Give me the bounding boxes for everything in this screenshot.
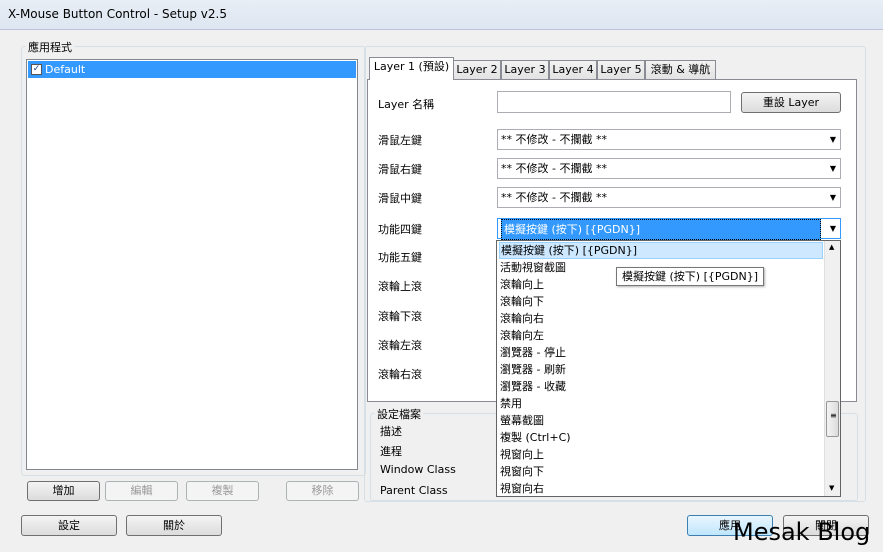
- xbutton1-value: 模擬按鍵 (按下) [{PGDN}]: [501, 219, 821, 240]
- dropdown-item[interactable]: 瀏覽器 - 刷新: [499, 361, 566, 378]
- profile-window-class-label: Window Class: [380, 463, 456, 476]
- applications-group-label: 應用程式: [26, 39, 74, 55]
- layer-name-label: Layer 名稱: [378, 98, 435, 111]
- right-button-select[interactable]: ** 不修改 - 不攔截 ** ▼: [497, 158, 841, 179]
- scrollbar-thumb[interactable]: ≡: [826, 401, 839, 437]
- application-item-default[interactable]: ✓ Default: [28, 61, 356, 78]
- watermark: Mesak Blog: [733, 518, 871, 546]
- application-checkbox[interactable]: ✓: [31, 64, 42, 75]
- dropdown-item[interactable]: 模擬按鍵 (按下) [{PGDN}]: [499, 242, 823, 259]
- dropdown-item[interactable]: 活動視窗截圖: [499, 259, 566, 276]
- chevron-down-icon: ▼: [829, 164, 836, 173]
- grip-icon: ≡: [830, 411, 837, 420]
- layer-name-input[interactable]: [497, 91, 731, 113]
- wheel-right-label: 滾輪右滾: [378, 368, 422, 381]
- xbutton2-label: 功能五鍵: [378, 251, 422, 264]
- dropdown-scrollbar[interactable]: ▲ ≡ ▼: [824, 241, 840, 496]
- dropdown-item[interactable]: 瀏覽器 - 收藏: [499, 378, 566, 395]
- dropdown-item[interactable]: 滾輪向上: [499, 276, 544, 293]
- profile-group-label: 設定檔案: [375, 406, 423, 422]
- chevron-down-icon: ▼: [829, 224, 836, 233]
- dropdown-item[interactable]: 滾輪向下: [499, 293, 544, 310]
- title-bar: X-Mouse Button Control - Setup v2.5: [0, 0, 883, 30]
- dropdown-item[interactable]: 滾輪向右: [499, 310, 544, 327]
- edit-button[interactable]: 編輯: [105, 481, 178, 501]
- settings-button[interactable]: 設定: [21, 515, 117, 536]
- right-button-label: 滑鼠右鍵: [378, 163, 422, 176]
- about-button[interactable]: 關於: [126, 515, 222, 536]
- middle-button-label: 滑鼠中鍵: [378, 192, 422, 205]
- application-label: Default: [45, 63, 86, 76]
- xbutton1-select[interactable]: 模擬按鍵 (按下) [{PGDN}] ▼: [497, 218, 841, 240]
- left-button-value: ** 不修改 - 不攔截 **: [501, 133, 607, 146]
- scroll-down-icon[interactable]: ▼: [829, 484, 834, 492]
- window-title: X-Mouse Button Control - Setup v2.5: [8, 7, 227, 21]
- tab-layer-1[interactable]: Layer 1 (預設): [369, 57, 454, 80]
- xbutton1-label: 功能四鍵: [378, 223, 422, 236]
- profile-description-label: 描述: [380, 425, 402, 438]
- tab-layer-5[interactable]: Layer 5: [597, 60, 645, 79]
- middle-button-select[interactable]: ** 不修改 - 不攔截 ** ▼: [497, 187, 841, 208]
- item-tooltip: 模擬按鍵 (按下) [{PGDN}]: [616, 267, 765, 286]
- add-button[interactable]: 增加: [27, 481, 100, 501]
- left-button-label: 滑鼠左鍵: [378, 134, 422, 147]
- dropdown-item[interactable]: 複製 (Ctrl+C): [499, 429, 571, 446]
- dropdown-item[interactable]: 螢幕截圖: [499, 412, 544, 429]
- dropdown-item[interactable]: 視窗向下: [499, 463, 544, 480]
- tab-layer-4[interactable]: Layer 4: [549, 60, 597, 79]
- profile-process-label: 進程: [380, 445, 402, 458]
- dropdown-item[interactable]: 禁用: [499, 395, 522, 412]
- right-button-value: ** 不修改 - 不攔截 **: [501, 162, 607, 175]
- tab-layer-3[interactable]: Layer 3: [501, 60, 549, 79]
- remove-button[interactable]: 移除: [286, 481, 359, 501]
- wheel-left-label: 滾輪左滾: [378, 339, 422, 352]
- dropdown-item[interactable]: 視窗向上: [499, 446, 544, 463]
- wheel-down-label: 滾輪下滾: [378, 310, 422, 323]
- copy-button[interactable]: 複製: [186, 481, 259, 501]
- profile-parent-class-label: Parent Class: [380, 484, 448, 497]
- chevron-down-icon: ▼: [829, 135, 836, 144]
- applications-list[interactable]: ✓ Default: [26, 59, 358, 470]
- dropdown-item[interactable]: 滾輪向左: [499, 327, 544, 344]
- chevron-down-icon: ▼: [829, 193, 836, 202]
- tab-scroll-navigation[interactable]: 滾動 & 導航: [645, 60, 716, 79]
- middle-button-value: ** 不修改 - 不攔截 **: [501, 191, 607, 204]
- dropdown-item[interactable]: 瀏覽器 - 停止: [499, 344, 566, 361]
- reset-layer-button[interactable]: 重設 Layer: [741, 92, 841, 113]
- wheel-up-label: 滾輪上滾: [378, 280, 422, 293]
- tab-layer-2[interactable]: Layer 2: [453, 60, 501, 79]
- dropdown-item[interactable]: 視窗向右: [499, 480, 544, 497]
- scroll-up-icon[interactable]: ▲: [829, 243, 834, 251]
- left-button-select[interactable]: ** 不修改 - 不攔截 ** ▼: [497, 129, 841, 150]
